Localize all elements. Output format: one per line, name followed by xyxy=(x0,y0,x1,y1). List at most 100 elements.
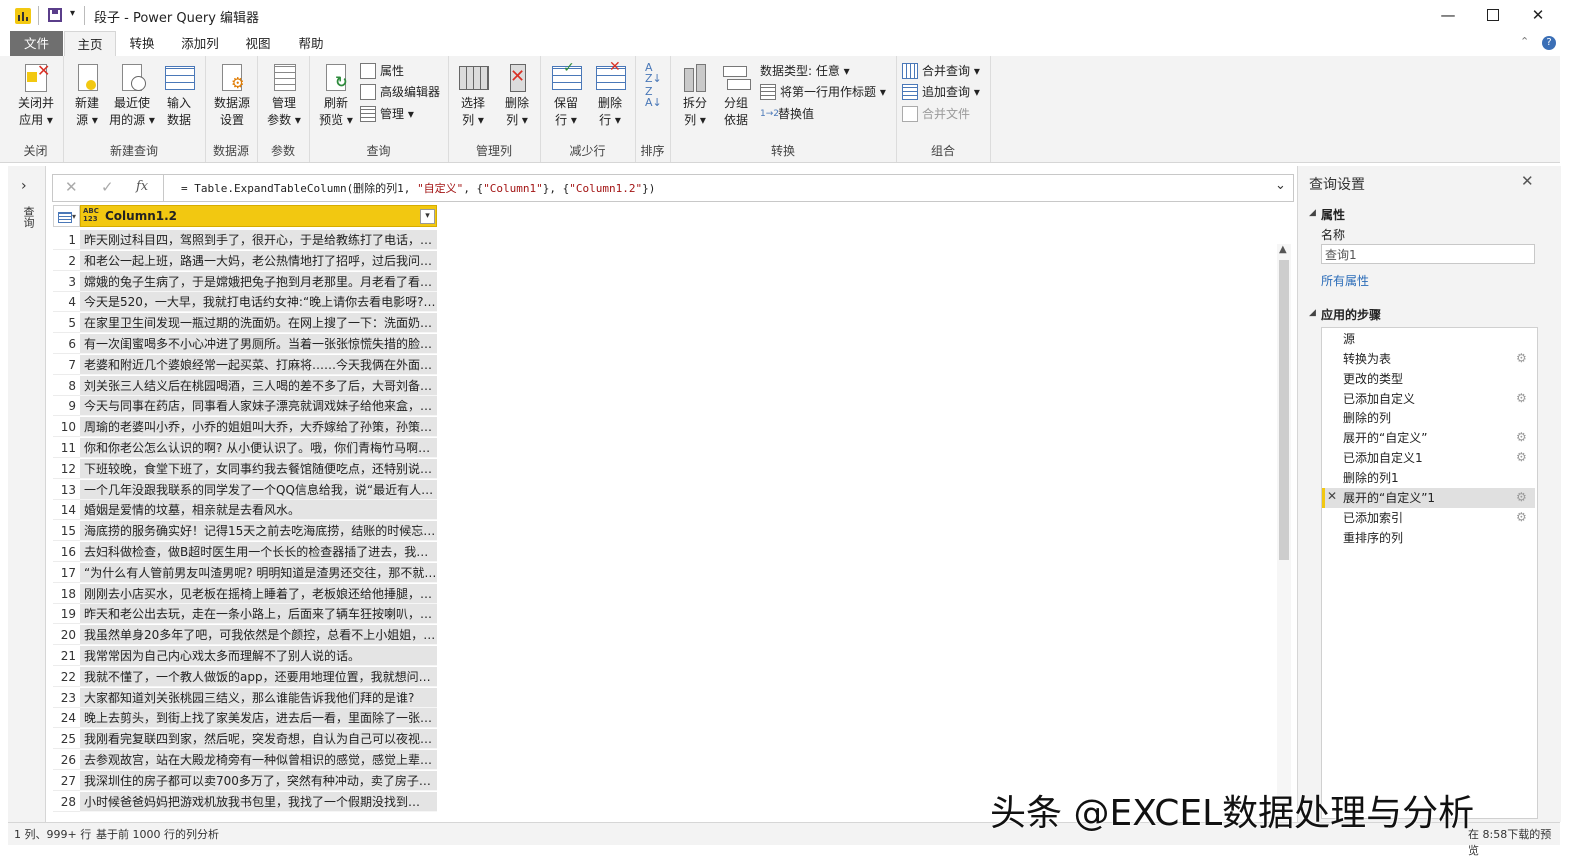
tab-file[interactable]: 文件 xyxy=(10,31,63,56)
table-cell[interactable]: 我深圳住的房子都可以卖700多万了，突然有种冲动，卖了房子出… xyxy=(80,770,437,791)
table-cell[interactable]: 我就不懂了，一个教人做饭的app，还要用地理位置，我就想问你… xyxy=(80,666,437,687)
table-row[interactable]: 21 我常常因为自己内心戏太多而理解不了别人说的话。 xyxy=(53,646,437,666)
tab-transform[interactable]: 转换 xyxy=(122,31,162,56)
remove-rows-button[interactable]: ✕ 删除 行 ▾ xyxy=(588,59,632,129)
tab-help[interactable]: 帮助 xyxy=(291,31,331,56)
row-number[interactable]: 20 xyxy=(53,625,80,646)
table-row[interactable]: 18 刚刚去小店买水，见老板在摇椅上睡着了，老板娘还给他捶腿，… xyxy=(53,583,437,604)
table-cell[interactable]: 婚姻是爱情的坟墓，相亲就是去看风水。 xyxy=(80,500,437,521)
advanced-editor-button[interactable]: 高级编辑器 xyxy=(360,82,440,102)
table-cell[interactable]: 刘关张三人结义后在桃园喝酒，三人喝的差不多了后，大哥刘备… xyxy=(80,375,437,396)
sort-descending-icon[interactable]: Z A↓ xyxy=(645,86,662,108)
group-by-button[interactable]: 分组 依据 xyxy=(716,62,756,129)
table-row[interactable]: 4 今天是520，一大早，我就打电话约女神:“晚上请你去看电影呀?”… xyxy=(53,292,437,313)
quick-access-dropdown-icon[interactable]: ▾ xyxy=(70,8,75,19)
table-row[interactable]: 2 和老公一起上班，路遇一大妈，老公热情地打了招呼，过后我问… xyxy=(53,250,437,271)
applied-step[interactable]: 转换为表 xyxy=(1343,349,1391,369)
applied-step[interactable]: 源 xyxy=(1343,329,1355,349)
row-number[interactable]: 11 xyxy=(53,438,80,458)
table-row[interactable]: 24 晚上去剪头，到街上找了家美发店，进去后一看，里面除了一张… xyxy=(53,708,437,729)
applied-step[interactable]: 已添加自定义1 xyxy=(1343,448,1423,468)
row-number[interactable]: 25 xyxy=(53,729,80,750)
sort-ascending-icon[interactable]: A Z↓ xyxy=(645,62,662,84)
applied-step[interactable]: 展开的“自定义” xyxy=(1343,428,1427,448)
row-number[interactable]: 22 xyxy=(53,666,80,687)
table-cell[interactable]: 小时候爸爸妈妈把游戏机放我书包里，我找了一个假期没找到… xyxy=(80,791,437,812)
cancel-formula-icon[interactable]: ✕ xyxy=(65,178,78,196)
column-filter-dropdown-icon[interactable]: ▾ xyxy=(420,209,435,224)
table-cell[interactable]: 在家里卫生间发现一瓶过期的洗面奶。在网上搜了一下：洗面奶… xyxy=(80,313,437,334)
table-cell[interactable]: 你和你老公怎么认识的啊? 从小便认识了。哦，你们青梅竹马啊… xyxy=(80,438,437,458)
row-number[interactable]: 9 xyxy=(53,396,80,417)
row-number[interactable]: 17 xyxy=(53,562,80,583)
refresh-preview-button[interactable]: ↻ 刷新 预览 ▾ xyxy=(313,62,359,129)
row-number[interactable]: 10 xyxy=(53,417,80,438)
row-number[interactable]: 16 xyxy=(53,542,80,562)
table-cell[interactable]: 周瑜的老婆叫小乔，小乔的姐姐叫大乔，大乔嫁给了孙策，孙策… xyxy=(80,417,437,438)
table-row[interactable]: 20 我虽然单身20多年了吧，可我依然是个颜控，总看不上小姐姐，… xyxy=(53,625,437,646)
all-properties-link[interactable]: 所有属性 xyxy=(1321,272,1369,289)
table-cell[interactable]: 老婆和附近几个婆娘经常一起买菜、打麻将……今天我俩在外面留… xyxy=(80,354,437,375)
column-header-column1-2[interactable]: ABC 123 Column1.2 ▾ xyxy=(80,205,437,227)
table-cell[interactable]: 我常常因为自己内心戏太多而理解不了别人说的话。 xyxy=(80,646,437,666)
enter-data-button[interactable]: 输入 数据 xyxy=(159,62,199,129)
properties-collapse-icon[interactable]: ◢ xyxy=(1309,208,1316,218)
applied-step[interactable]: 已添加自定义 xyxy=(1343,389,1415,409)
table-row[interactable]: 26 去参观故宫，站在大殿龙椅旁有一种似曾相识的感觉，感觉上辈… xyxy=(53,750,437,770)
row-number[interactable]: 27 xyxy=(53,770,80,791)
expand-formula-chevron-icon[interactable]: ⌄ xyxy=(1275,178,1286,193)
table-cell[interactable]: 嫦娥的兔子生病了，于是嫦娥把兔子抱到月老那里。月老看了看… xyxy=(80,271,437,292)
scrollbar-thumb[interactable] xyxy=(1279,260,1289,560)
table-cell[interactable]: 今天是520，一大早，我就打电话约女神:“晚上请你去看电影呀?”… xyxy=(80,292,437,313)
table-cell[interactable]: 去参观故宫，站在大殿龙椅旁有一种似曾相识的感觉，感觉上辈… xyxy=(80,750,437,770)
help-icon[interactable]: ? xyxy=(1542,36,1556,50)
table-cell[interactable]: 去妇科做检查，做B超时医生用一个长长的检查器插了进去，我忍… xyxy=(80,542,437,562)
keep-rows-button[interactable]: ✓ 保留 行 ▾ xyxy=(544,60,588,129)
row-number[interactable]: 4 xyxy=(53,292,80,313)
remove-columns-button[interactable]: ✕ 删除 列 ▾ xyxy=(496,62,538,129)
step-settings-gear-icon[interactable]: ⚙ xyxy=(1516,510,1527,524)
applied-step[interactable]: 展开的“自定义”1 xyxy=(1343,488,1435,508)
row-number[interactable]: 23 xyxy=(53,687,80,708)
maximize-button[interactable] xyxy=(1470,2,1516,28)
table-row[interactable]: 5 在家里卫生间发现一瓶过期的洗面奶。在网上搜了一下：洗面奶… xyxy=(53,313,437,334)
row-number[interactable]: 26 xyxy=(53,750,80,770)
step-settings-gear-icon[interactable]: ⚙ xyxy=(1516,430,1527,444)
delete-step-icon[interactable]: ✕ xyxy=(1327,489,1337,503)
table-cell[interactable]: 大家都知道刘关张桃园三结义，那么谁能告诉我他们拜的是谁? xyxy=(80,687,437,708)
table-cell[interactable]: 今天与同事在药店，同事看人家妹子漂亮就调戏妹子给他来盒，… xyxy=(80,396,437,417)
fx-icon[interactable]: fx xyxy=(136,179,148,194)
replace-values-button[interactable]: 1→2 替换值 xyxy=(760,104,814,124)
row-number[interactable]: 21 xyxy=(53,646,80,666)
tab-home[interactable]: 主页 xyxy=(64,31,116,57)
table-row[interactable]: 7 老婆和附近几个婆娘经常一起买菜、打麻将……今天我俩在外面留… xyxy=(53,354,437,375)
applied-step[interactable]: 已添加索引 xyxy=(1343,508,1403,528)
table-row[interactable]: 11 你和你老公怎么认识的啊? 从小便认识了。哦，你们青梅竹马啊… xyxy=(53,438,437,458)
table-cell[interactable]: 昨天刚过科目四，驾照到手了，很开心，于是给教练打了电话，… xyxy=(80,230,437,250)
table-row[interactable]: 8 刘关张三人结义后在桃园喝酒，三人喝的差不多了后，大哥刘备… xyxy=(53,375,437,396)
row-number[interactable]: 7 xyxy=(53,354,80,375)
table-row[interactable]: 3 嫦娥的兔子生病了，于是嫦娥把兔子抱到月老那里。月老看了看… xyxy=(53,271,437,292)
expand-queries-chevron-icon[interactable]: › xyxy=(21,178,27,194)
row-number[interactable]: 1 xyxy=(53,230,80,250)
row-number[interactable]: 6 xyxy=(53,334,80,354)
table-cell[interactable]: 一个几年没跟我联系的同学发了一个QQ信息给我，说“最近有人… xyxy=(80,479,437,500)
type-any-icon[interactable]: ABC 123 xyxy=(83,207,99,223)
table-cell[interactable]: 海底捞的服务确实好！记得15天之前去吃海底捞，结账的时候忘… xyxy=(80,521,437,542)
table-row[interactable]: 28 小时候爸爸妈妈把游戏机放我书包里，我找了一个假期没找到… xyxy=(53,791,437,812)
table-row[interactable]: 12 下班较晚，食堂下班了，女同事约我去餐馆随便吃点，还特别说… xyxy=(53,458,437,479)
step-settings-gear-icon[interactable]: ⚙ xyxy=(1516,351,1527,365)
table-menu-icon[interactable]: ▾ xyxy=(53,205,80,227)
table-row[interactable]: 22 我就不懂了，一个教人做饭的app，还要用地理位置，我就想问你… xyxy=(53,666,437,687)
row-number[interactable]: 24 xyxy=(53,708,80,729)
close-window-button[interactable]: ✕ xyxy=(1515,2,1561,28)
grid-scrollbar[interactable]: ▲ xyxy=(1277,244,1291,822)
table-cell[interactable]: 昨天和老公出去玩，走在一条小路上，后面来了辆车狂按喇叭，… xyxy=(80,604,437,625)
recent-sources-button[interactable]: 最近使 用的源 ▾ xyxy=(109,62,155,129)
tab-add-column[interactable]: 添加列 xyxy=(175,31,225,56)
properties-button[interactable]: 属性 xyxy=(360,61,404,81)
table-cell[interactable]: 我刚看完复联四到家，然后呢，突发奇想，自认为自己可以夜视… xyxy=(80,729,437,750)
combine-files-button[interactable]: 合并文件 xyxy=(902,104,970,124)
table-row[interactable]: 1 昨天刚过科目四，驾照到手了，很开心，于是给教练打了电话，… xyxy=(53,230,437,250)
commit-formula-icon[interactable]: ✓ xyxy=(101,178,114,196)
